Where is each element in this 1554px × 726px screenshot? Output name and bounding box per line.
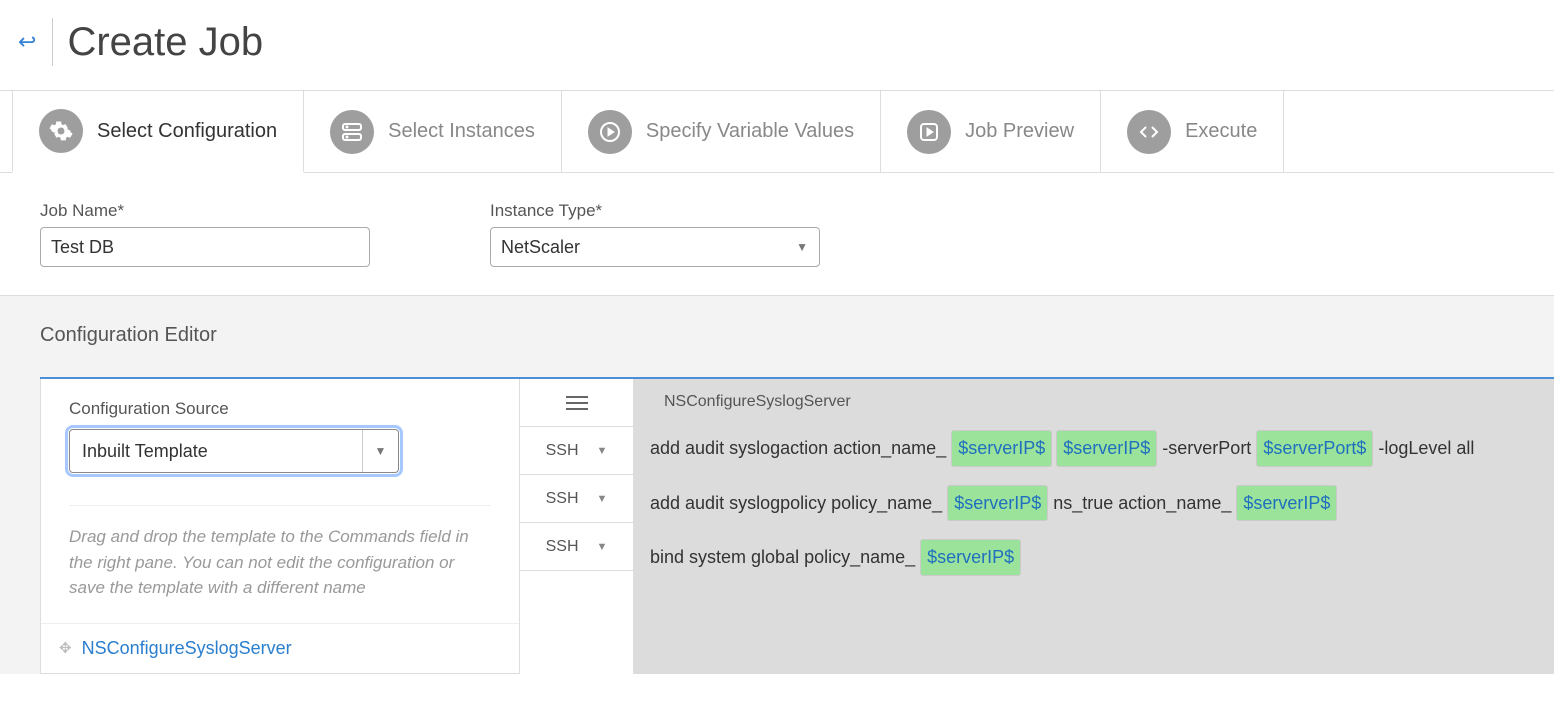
chevron-down-icon: ▼ (597, 541, 608, 553)
header-divider (52, 18, 53, 66)
tab-label: Job Preview (965, 120, 1074, 143)
protocol-value: SSH (546, 490, 579, 508)
variable-chip[interactable]: $serverIP$ (1057, 431, 1156, 466)
protocol-value: SSH (546, 538, 579, 556)
tab-execute[interactable]: Execute (1101, 91, 1284, 172)
command-text: -serverPort (1162, 433, 1251, 464)
tab-specify-variable-values[interactable]: Specify Variable Values (562, 91, 881, 172)
variable-chip[interactable]: $serverIP$ (1237, 486, 1336, 521)
configuration-editor-title: Configuration Editor (40, 324, 1554, 347)
tab-select-configuration[interactable]: Select Configuration (12, 91, 304, 173)
tab-job-preview[interactable]: Job Preview (881, 91, 1101, 172)
variable-chip[interactable]: $serverPort$ (1257, 431, 1372, 466)
configuration-source-hint: Drag and drop the template to the Comman… (41, 506, 519, 623)
tab-select-instances[interactable]: Select Instances (304, 91, 562, 172)
configuration-source-value: Inbuilt Template (82, 441, 208, 462)
instance-type-select[interactable]: NetScaler (490, 227, 820, 267)
drag-handle-icon[interactable]: ✥ (59, 639, 72, 657)
command-text: ns_true action_name_ (1053, 488, 1231, 519)
variable-chip[interactable]: $serverIP$ (921, 540, 1020, 575)
command-text: add audit syslogpolicy policy_name_ (650, 488, 942, 519)
play-circle-icon (588, 110, 632, 154)
job-name-input[interactable] (40, 227, 370, 267)
page-title: Create Job (67, 20, 263, 65)
wizard-tabs: Select Configuration Select Instances Sp… (0, 90, 1554, 173)
back-icon[interactable]: ↩ (12, 29, 46, 55)
command-line[interactable]: add audit syslogaction action_name_$serv… (634, 421, 1554, 476)
chevron-down-icon: ▼ (597, 445, 608, 457)
tab-label: Execute (1185, 120, 1257, 143)
template-item[interactable]: ✥ NSConfigureSyslogServer (41, 623, 519, 673)
instance-type-label: Instance Type* (490, 201, 820, 221)
protocol-select-row-2[interactable]: SSH ▼ (520, 475, 633, 523)
code-icon (1127, 110, 1171, 154)
command-text: bind system global policy_name_ (650, 542, 915, 573)
chevron-down-icon: ▼ (362, 430, 398, 472)
command-line[interactable]: bind system global policy_name_$serverIP… (634, 530, 1554, 585)
command-text: -logLevel all (1378, 433, 1474, 464)
tab-label: Select Configuration (97, 120, 277, 143)
chevron-down-icon: ▼ (796, 240, 808, 254)
command-line[interactable]: add audit syslogpolicy policy_name_$serv… (634, 476, 1554, 531)
protocol-select-row-1[interactable]: SSH ▼ (520, 427, 633, 475)
gear-icon (39, 109, 83, 153)
tab-label: Specify Variable Values (646, 120, 854, 143)
command-text: add audit syslogaction action_name_ (650, 433, 946, 464)
tab-label: Select Instances (388, 120, 535, 143)
chevron-down-icon: ▼ (597, 493, 608, 505)
protocol-value: SSH (546, 442, 579, 460)
protocol-select-row-3[interactable]: SSH ▼ (520, 523, 633, 571)
preview-icon (907, 110, 951, 154)
job-name-label: Job Name* (40, 201, 370, 221)
menu-icon[interactable] (566, 396, 588, 410)
command-template-name: NSConfigureSyslogServer (634, 379, 1554, 421)
server-icon (330, 110, 374, 154)
template-link[interactable]: NSConfigureSyslogServer (82, 638, 292, 659)
configuration-source-label: Configuration Source (69, 399, 491, 419)
configuration-source-select[interactable]: Inbuilt Template ▼ (69, 429, 399, 473)
variable-chip[interactable]: $serverIP$ (948, 486, 1047, 521)
variable-chip[interactable]: $serverIP$ (952, 431, 1051, 466)
instance-type-value: NetScaler (501, 237, 580, 258)
